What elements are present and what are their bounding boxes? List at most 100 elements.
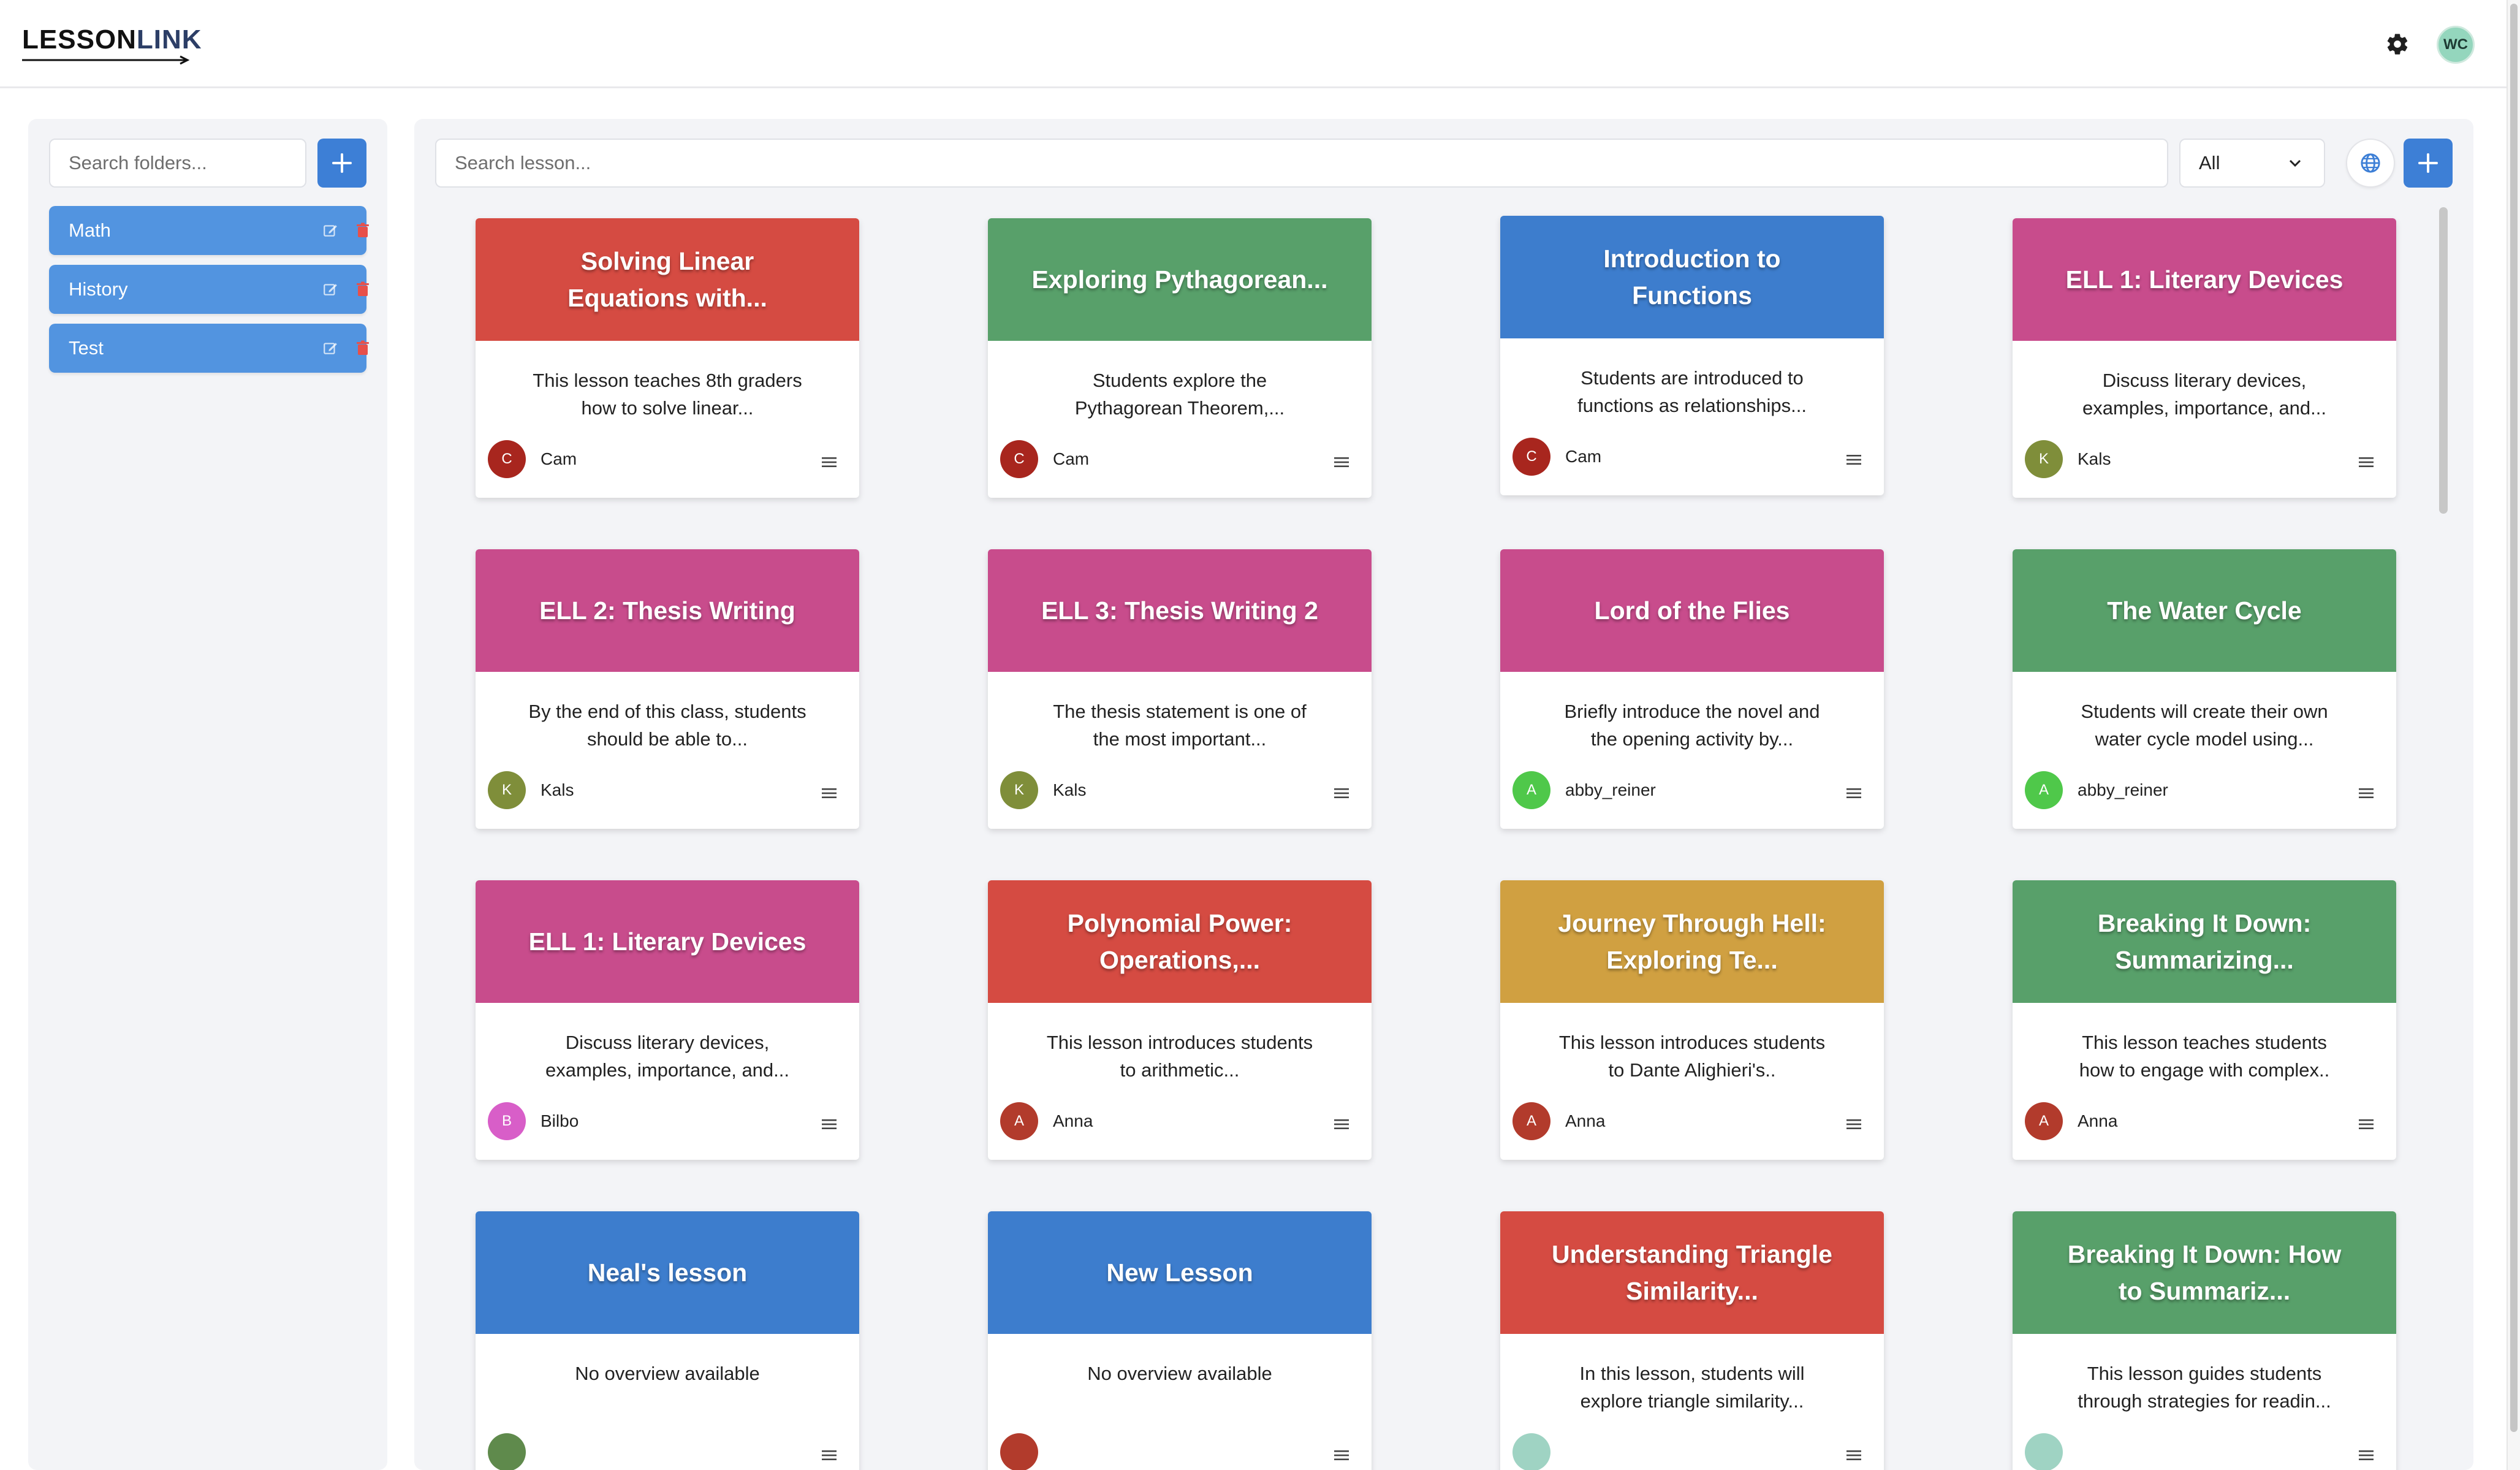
lesson-card-header: ELL 3: Thesis Writing 2 — [988, 549, 1372, 672]
author-initial: B — [501, 1113, 512, 1129]
edit-icon[interactable] — [322, 223, 338, 238]
lesson-overview: Students explore the Pythagorean Theorem… — [1074, 370, 1285, 419]
author-initial: C — [1526, 448, 1537, 465]
author-name: Bilbo — [541, 1111, 579, 1130]
settings-button[interactable] — [2384, 31, 2411, 58]
logo-text-link: LINK — [136, 25, 202, 55]
folder-item[interactable]: Test — [49, 324, 369, 373]
lesson-card-header: Journey Through Hell: Exploring Te... — [1500, 880, 1884, 1003]
hamburger-icon[interactable] — [1846, 1449, 1862, 1461]
hamburger-icon[interactable] — [821, 1118, 837, 1130]
lesson-card-header: The Water Cycle — [2013, 549, 2396, 672]
lesson-card-header: Exploring Pythagorean... — [988, 218, 1372, 341]
author-name: abby_reiner — [2078, 780, 2168, 799]
window-scrollbar[interactable] — [2507, 0, 2520, 1470]
lesson-card[interactable]: New Lesson No overview available — [988, 1211, 1372, 1470]
lesson-card[interactable]: Solving Linear Equations with... This les… — [476, 218, 859, 498]
lesson-title: Polynomial Power: Operations,... — [1067, 909, 1292, 974]
lesson-search-input[interactable] — [435, 139, 2168, 188]
globe-icon — [2361, 153, 2380, 173]
lesson-card[interactable]: ELL 1: Literary Devices Discuss literary … — [2013, 218, 2396, 498]
user-avatar[interactable]: WC — [2437, 26, 2475, 64]
lesson-card-header: Polynomial Power: Operations,... — [988, 880, 1372, 1003]
hamburger-icon[interactable] — [2358, 1449, 2374, 1461]
trash-icon[interactable] — [355, 281, 370, 297]
author-name: Anna — [2078, 1111, 2118, 1130]
trash-icon[interactable] — [355, 223, 370, 238]
lesson-card[interactable]: Journey Through Hell: Exploring Te... Thi… — [1500, 880, 1884, 1160]
author-name: Kals — [2078, 449, 2111, 468]
hamburger-icon[interactable] — [1334, 1118, 1349, 1130]
folder-item[interactable]: History — [49, 265, 369, 314]
lesson-author: Aabby_reiner — [1512, 771, 1656, 809]
lesson-title: ELL 1: Literary Devices — [528, 927, 806, 956]
lesson-card[interactable]: Introduction to Functions Students are in… — [1500, 216, 1884, 495]
logo-arrow-icon — [22, 55, 190, 65]
lesson-card[interactable]: Breaking It Down: Summarizing... This les… — [2013, 880, 2396, 1160]
author-initial: C — [501, 451, 512, 467]
lesson-title: Breaking It Down: How to Summariz... — [2067, 1240, 2342, 1305]
hamburger-icon[interactable] — [2358, 456, 2374, 468]
hamburger-icon[interactable] — [821, 1449, 837, 1461]
lesson-title: ELL 2: Thesis Writing — [539, 596, 795, 625]
hamburger-icon[interactable] — [1334, 1449, 1349, 1461]
lesson-card[interactable]: Breaking It Down: How to Summariz... This… — [2013, 1211, 2396, 1470]
lesson-filter-select[interactable]: All — [2179, 139, 2325, 188]
lesson-grid-scrollbar[interactable] — [2437, 207, 2450, 1470]
lesson-card[interactable]: The Water Cycle Students will create thei… — [2013, 549, 2396, 829]
hamburger-icon[interactable] — [821, 787, 837, 799]
gear-icon — [2387, 34, 2408, 55]
lesson-author: C Cam — [1000, 440, 1089, 478]
author-initial: K — [2038, 451, 2049, 467]
lesson-card[interactable]: Understanding Triangle Similarity... In t… — [1500, 1211, 1884, 1470]
add-folder-button[interactable] — [317, 139, 366, 188]
hamburger-icon[interactable] — [1846, 1118, 1862, 1130]
hamburger-icon[interactable] — [1334, 456, 1349, 468]
edit-icon[interactable] — [322, 340, 338, 356]
lesson-card[interactable]: Polynomial Power: Operations,... This les… — [988, 880, 1372, 1160]
lesson-overview: No overview available — [575, 1363, 760, 1384]
add-lesson-button[interactable] — [2404, 139, 2453, 188]
lesson-title: Solving Linear Equations with... — [567, 247, 767, 312]
lesson-card-header: Neal's lesson — [476, 1211, 859, 1334]
lesson-card-header: ELL 1: Literary Devices — [2013, 218, 2396, 341]
lesson-author: C Cam — [1512, 438, 1601, 476]
author-initial: C — [1014, 451, 1025, 467]
lesson-overview: This lesson introduces students to Dante… — [1558, 1032, 1826, 1081]
trash-icon[interactable] — [355, 340, 370, 356]
scrollbar-thumb[interactable] — [2439, 207, 2448, 514]
lesson-card[interactable]: Lord of the Flies Briefly introduce the n… — [1500, 549, 1884, 829]
author-avatar — [488, 1433, 526, 1470]
lesson-card[interactable]: Neal's lesson No overview available — [476, 1211, 859, 1470]
lesson-card[interactable]: ELL 3: Thesis Writing 2 The thesis statem… — [988, 549, 1372, 829]
author-avatar: K — [488, 771, 526, 809]
author-name: Anna — [1053, 1111, 1093, 1130]
hamburger-icon[interactable] — [2358, 787, 2374, 799]
lesson-card[interactable]: Exploring Pythagorean... Students explore… — [988, 218, 1372, 498]
lesson-card[interactable]: ELL 1: Literary Devices Discuss literary … — [476, 880, 859, 1160]
folder-item-label: History — [69, 278, 128, 300]
lesson-card-header: Lord of the Flies — [1500, 549, 1884, 672]
folder-item[interactable]: Math — [49, 206, 369, 255]
hamburger-icon[interactable] — [1334, 787, 1349, 799]
hamburger-icon[interactable] — [2358, 1118, 2374, 1130]
lesson-title: Neal's lesson — [587, 1259, 748, 1287]
author-avatar — [2025, 1433, 2063, 1470]
globe-button[interactable] — [2346, 139, 2395, 188]
hamburger-icon[interactable] — [1846, 454, 1862, 466]
lesson-title: ELL 1: Literary Devices — [2065, 265, 2344, 294]
lesson-overview: No overview available — [1087, 1363, 1272, 1384]
lesson-author: A Anna — [1000, 1102, 1093, 1140]
hamburger-icon[interactable] — [1846, 787, 1862, 799]
lesson-author — [1000, 1433, 1053, 1470]
window-scrollbar-thumb[interactable] — [2510, 4, 2518, 1432]
folder-search-input[interactable] — [49, 139, 306, 188]
lesson-overview: This lesson teaches 8th graders how to s… — [533, 370, 802, 419]
lessons-panel: All Solving Linear Equations with... This… — [414, 119, 2473, 1470]
lesson-card[interactable]: ELL 2: Thesis Writing By the end of this … — [476, 549, 859, 829]
lesson-overview: By the end of this class, students shoul… — [528, 701, 806, 750]
edit-icon[interactable] — [322, 281, 338, 297]
author-name: Cam — [541, 449, 577, 468]
author-initial: A — [2038, 782, 2049, 798]
hamburger-icon[interactable] — [821, 456, 837, 468]
